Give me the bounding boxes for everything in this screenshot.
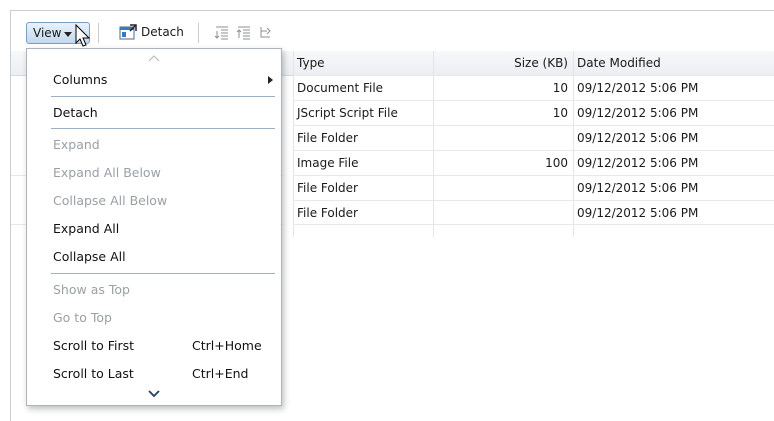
cell-size [433,201,571,225]
menu-item-label: Show as Top [53,282,130,297]
cell-date: 09/12/2012 5:06 PM [577,106,699,120]
menu-item-detach[interactable]: Detach [27,99,281,127]
menu-item-label: Go to Top [53,310,112,325]
menu-item-label: Collapse All [53,249,126,264]
mouse-pointer-icon [75,24,91,47]
cell-date: 09/12/2012 5:06 PM [577,181,699,195]
cell-type: JScript Script File [297,106,398,120]
cell-date: 09/12/2012 5:06 PM [577,156,699,170]
scroll-down-icon[interactable] [147,390,161,398]
column-divider [573,51,574,237]
menu-item-label: Scroll to First [53,338,135,353]
cell-date: 09/12/2012 5:06 PM [577,81,699,95]
cell-size: 10 [552,106,568,120]
menu-item-show-as-top[interactable]: Show as Top [27,276,281,304]
row-divider [293,75,774,76]
menu-separator [51,273,275,274]
collapse-all-icon[interactable] [236,25,252,41]
menu-item-scroll-to-last[interactable]: Scroll to Last Ctrl+End [27,360,281,388]
detach-button[interactable]: Detach [119,24,184,40]
menu-item-label: Scroll to Last [53,366,134,381]
row-divider [293,200,774,201]
column-header-type[interactable]: Type [297,51,433,75]
cell-date: 09/12/2012 5:06 PM [577,206,699,220]
cell-type: Image File [297,156,359,170]
menu-item-label: Expand [53,137,100,152]
cell-type: File Folder [297,181,358,195]
view-dropdown-menu: Columns Detach Expand Expand All Below C… [26,48,282,406]
column-divider [433,51,434,237]
menu-item-label: Collapse All Below [53,193,168,208]
view-button-label: View [33,26,62,40]
menu-item-label: Columns [53,72,108,87]
menu-item-label: Detach [53,105,98,120]
column-header-date[interactable]: Date Modified [577,51,774,75]
cell-size: 10 [552,81,568,95]
row-divider [293,100,774,101]
cell-type: Document File [297,81,384,95]
menu-item-collapse-all-below[interactable]: Collapse All Below [27,187,281,215]
detach-icon [119,24,137,40]
row-divider [293,175,774,176]
menu-separator [51,96,275,97]
dropdown-caret-icon [64,31,73,37]
row-divider [293,224,774,225]
menu-item-shortcut: Ctrl+Home [192,338,262,353]
cell-type: File Folder [297,131,358,145]
column-divider [293,51,294,237]
scroll-up-icon[interactable] [147,54,161,62]
menu-item-label: Expand All Below [53,165,161,180]
cell-size: 100 [545,156,568,170]
submenu-arrow-icon [268,76,273,84]
menu-item-collapse-all[interactable]: Collapse All [27,243,281,271]
menu-item-label: Expand All [53,221,120,236]
menu-item-expand-all[interactable]: Expand All [27,215,281,243]
row-divider [293,125,774,126]
cell-size [433,126,571,150]
menu-item-columns[interactable]: Columns [27,66,281,94]
expand-all-icon[interactable] [214,25,230,41]
row-divider [293,150,774,151]
column-header-size[interactable]: Size (KB) [433,51,571,75]
menu-item-expand-all-below[interactable]: Expand All Below [27,159,281,187]
detach-button-label: Detach [141,25,184,39]
cell-size [433,176,571,200]
menu-item-shortcut: Ctrl+End [192,366,249,381]
menu-item-expand[interactable]: Expand [27,131,281,159]
menu-item-go-to-top[interactable]: Go to Top [27,304,281,332]
cell-date: 09/12/2012 5:06 PM [577,131,699,145]
toolbar-separator [98,23,99,43]
hierarchy-icon[interactable] [257,25,273,41]
cell-type: File Folder [297,206,358,220]
menu-separator [51,128,275,129]
toolbar: View Detach [11,11,774,47]
menu-item-scroll-to-first[interactable]: Scroll to First Ctrl+Home [27,332,281,360]
toolbar-separator [198,23,199,43]
